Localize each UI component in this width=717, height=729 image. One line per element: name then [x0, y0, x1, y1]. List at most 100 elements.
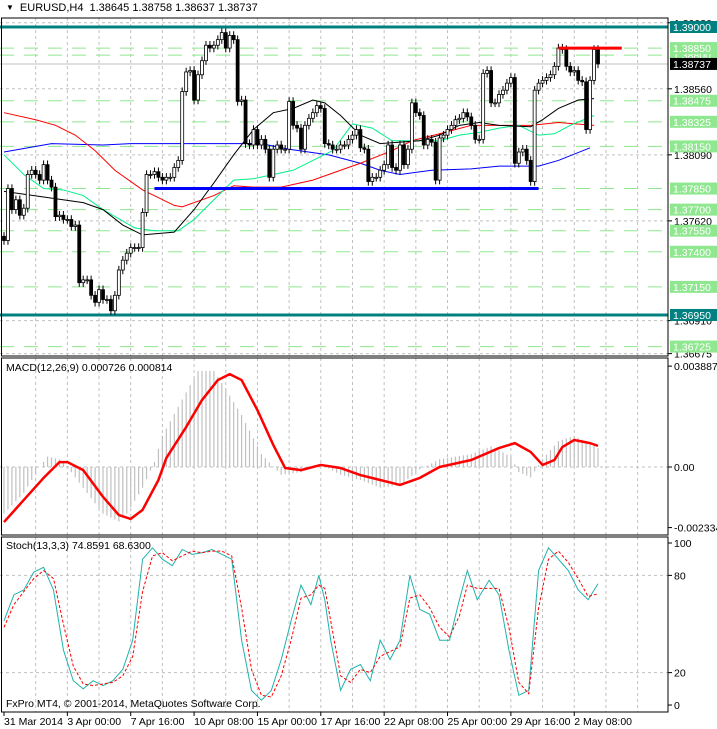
candle-body-bull: [505, 82, 509, 91]
candle-body-bear: [318, 105, 323, 109]
ma-black-line: [3, 98, 595, 236]
candle-body-bull: [425, 138, 430, 146]
time-tick-label: 10 Apr 08:00: [194, 716, 254, 728]
candle-body-bear: [255, 129, 260, 146]
candle-body-bear: [433, 141, 438, 181]
candle: [299, 123, 303, 154]
candle-body-bear: [596, 49, 600, 65]
candle: [61, 211, 66, 224]
panel-border-stoch: [1, 536, 669, 713]
stoch-tick-label: 80: [674, 570, 686, 582]
candle-body-bear: [366, 148, 371, 182]
level-price-label: 1.38850: [673, 43, 711, 55]
candle-body-bull: [378, 169, 383, 178]
candle-body-bear: [2, 235, 6, 241]
candle-body-bull: [275, 144, 280, 150]
candle-body-bear: [69, 219, 74, 227]
candle-body-bear: [77, 224, 82, 284]
candle: [512, 73, 517, 168]
candle-body-bear: [413, 102, 418, 114]
candle-body-bull: [6, 188, 10, 241]
candle: [243, 95, 248, 148]
stoch-title: Stoch(13,3,3) 74.8591 68.6300: [6, 540, 151, 552]
candle: [338, 140, 343, 154]
candle-body-bull: [97, 289, 101, 303]
level-price-label: 1.37400: [673, 247, 711, 259]
candle: [101, 285, 105, 304]
candle-body-bull: [287, 101, 292, 150]
candle: [576, 66, 581, 85]
candle: [29, 166, 34, 179]
candle: [370, 173, 375, 186]
candle: [413, 98, 418, 117]
candle-body-bear: [580, 79, 585, 83]
candle-body-bear: [429, 138, 434, 143]
candle-body-bear: [279, 144, 284, 150]
candle: [303, 121, 307, 154]
candle-body-bull: [398, 144, 402, 171]
candle-body-bull: [251, 129, 256, 146]
candle: [17, 195, 22, 220]
candle-body-bull: [283, 148, 288, 151]
candle-body-bull: [85, 279, 90, 282]
candle: [342, 140, 347, 150]
candle: [493, 98, 497, 108]
candle-body-bull: [239, 99, 244, 102]
candle-body-bull: [57, 214, 62, 218]
macd-title: MACD(12,26,9) 0.000726 0.000814: [6, 362, 173, 374]
candle-body-bear: [358, 129, 363, 149]
candle: [208, 41, 212, 53]
candle-body-bear: [390, 144, 394, 168]
candle: [168, 173, 173, 182]
candle: [497, 90, 501, 108]
candle-body-bear: [417, 112, 422, 116]
candle: [136, 243, 141, 252]
candle: [239, 95, 244, 106]
candle-body-bull: [310, 112, 315, 119]
time-tick-label: 31 Mar 2014: [4, 716, 63, 728]
candle-body-bull: [211, 44, 216, 49]
candle-body-bull: [437, 137, 442, 181]
chart-header: ▼ EURUSD,H4 1.38645 1.38758 1.38637 1.3873…: [6, 2, 264, 14]
candle: [69, 215, 74, 231]
stoch-tick-label: 0: [674, 700, 680, 712]
candle-body-bull: [501, 89, 505, 95]
candle: [89, 275, 94, 300]
stoch-tick-label: 20: [674, 668, 686, 680]
candle: [116, 265, 121, 300]
candle: [473, 121, 478, 144]
candle: [322, 104, 327, 148]
time-tick-label: 25 Apr 00:00: [448, 716, 508, 728]
level-price-label: 1.36950: [673, 310, 711, 322]
candle-body-bull: [219, 32, 224, 41]
candle: [6, 184, 10, 245]
stoch-tick-label: 100: [674, 538, 692, 550]
candle: [112, 291, 117, 315]
candle: [10, 184, 14, 214]
panel-border-main: [1, 17, 669, 357]
candle-body-bull: [516, 151, 521, 164]
level-price-label: 1.37550: [673, 226, 711, 238]
candle-body-bear: [524, 148, 529, 161]
candle: [532, 85, 537, 186]
candle-body-bear: [473, 124, 478, 140]
candle-body-bear: [10, 188, 14, 211]
time-tick-label: 29 Apr 16:00: [511, 716, 571, 728]
candle-body-bull: [441, 134, 446, 139]
triangle-down-icon[interactable]: ▼: [6, 3, 14, 12]
time-tick-label: 22 Apr 08:00: [384, 716, 444, 728]
candle-body-bull: [508, 77, 513, 84]
candle-body-bull: [544, 77, 549, 81]
candle: [540, 76, 545, 88]
ohlc-values: 1.38645 1.38758 1.38637 1.38737: [89, 2, 258, 14]
candle: [263, 135, 268, 154]
candle: [505, 78, 509, 95]
candle: [406, 144, 410, 169]
candle: [469, 112, 474, 130]
candle: [433, 137, 438, 185]
candle-body-bull: [271, 148, 276, 178]
candle: [382, 160, 387, 175]
candle-body-bear: [528, 160, 533, 182]
candle-body-bear: [402, 144, 406, 166]
candle: [465, 108, 470, 122]
